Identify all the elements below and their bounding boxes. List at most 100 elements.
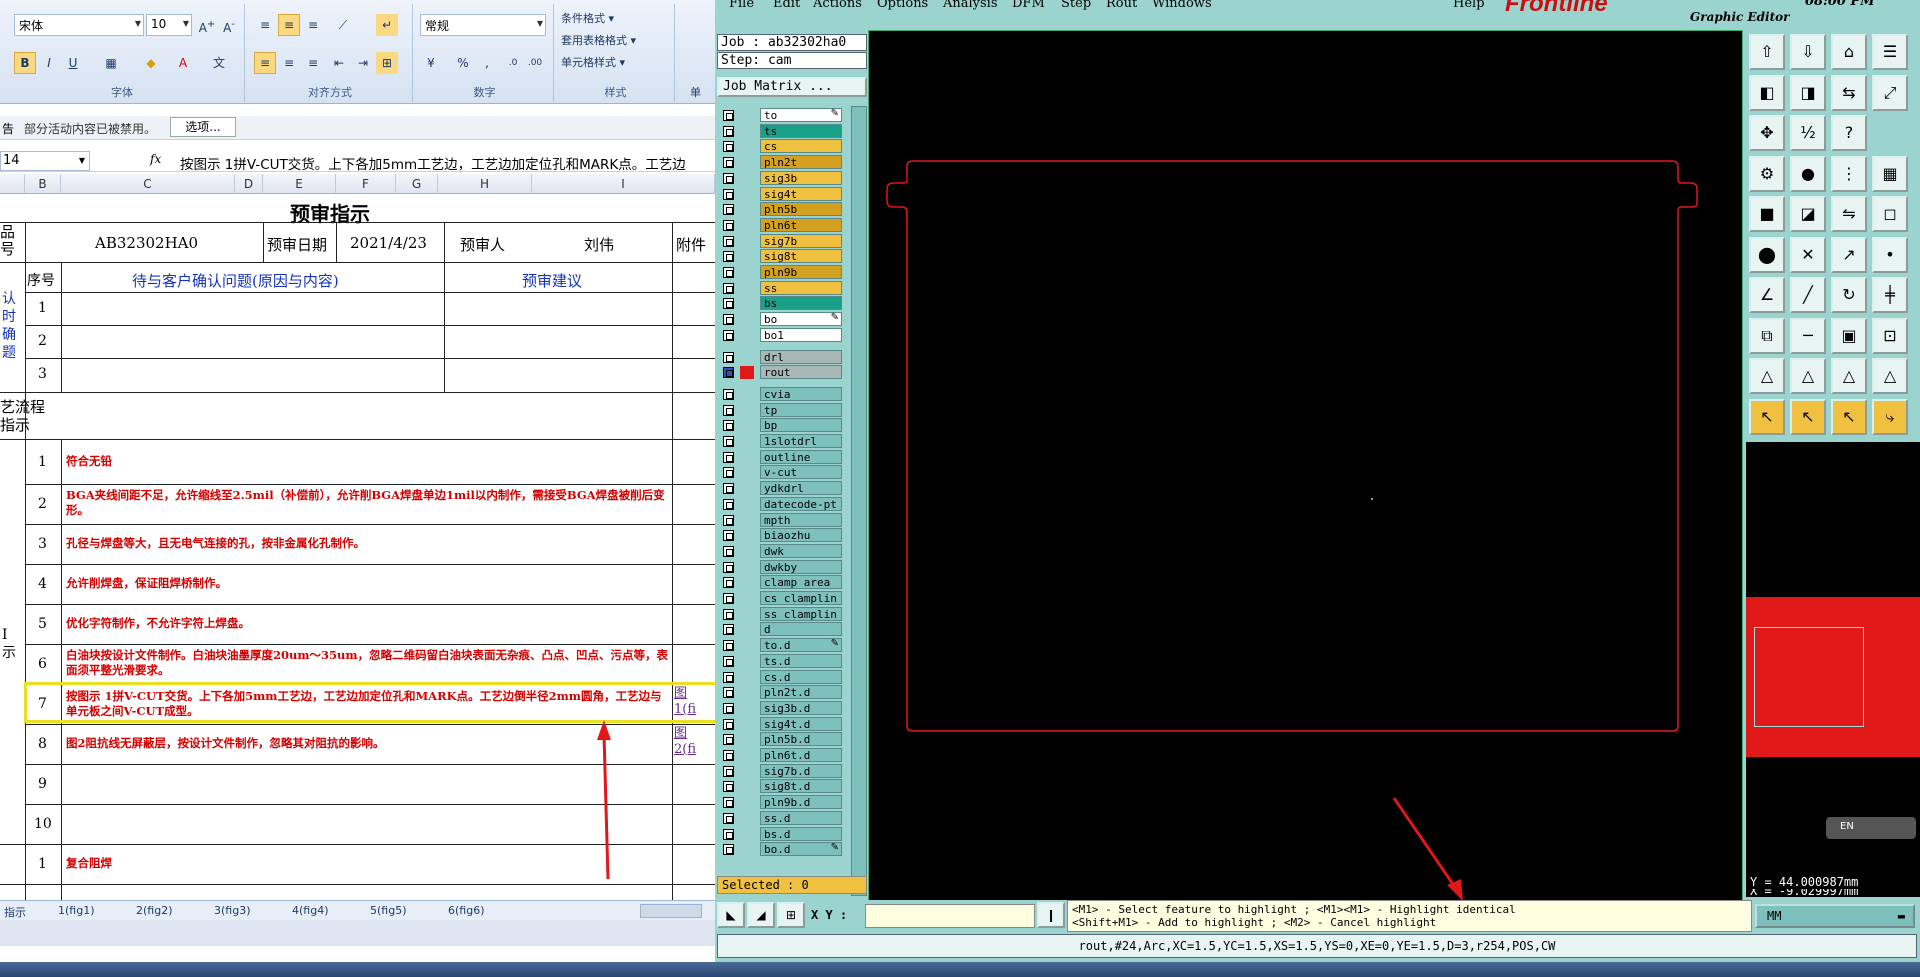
seq-header[interactable]: 序号: [27, 270, 55, 290]
column-header[interactable]: B: [25, 174, 61, 194]
fill-color-icon[interactable]: ◆: [140, 52, 162, 74]
grid-icon[interactable]: ⊞: [777, 902, 805, 928]
sheet-tab[interactable]: 4(fig4): [292, 904, 329, 917]
layer-checkbox[interactable]: [723, 125, 734, 137]
mirror-icon[interactable]: ╪: [1872, 277, 1908, 313]
layer-name[interactable]: pln2t: [760, 155, 842, 170]
ruler-icon[interactable]: ⇋: [1831, 196, 1867, 232]
view-buttons[interactable]: [640, 904, 702, 918]
layer-checkbox[interactable]: [723, 718, 734, 730]
process-row-no[interactable]: 6: [38, 656, 47, 672]
layer-name[interactable]: drl: [760, 349, 842, 364]
menu-step[interactable]: Step: [1061, 0, 1091, 11]
layer-checkbox[interactable]: [723, 577, 734, 589]
layer-row[interactable]: sig7b: [720, 233, 845, 248]
reviewer-label[interactable]: 预审人: [460, 234, 505, 255]
layer-row[interactable]: ydkdrl: [720, 481, 845, 496]
layer-checkbox[interactable]: [723, 750, 734, 761]
layer-checkbox[interactable]: [723, 235, 734, 247]
layer-checkbox[interactable]: [723, 388, 734, 400]
layer-row[interactable]: ss: [720, 280, 845, 295]
fx-icon[interactable]: fx: [150, 152, 161, 166]
layer-row[interactable]: 1slotdrl: [720, 434, 845, 448]
layer-name[interactable]: sig4t: [760, 186, 842, 201]
underline-button[interactable]: U: [62, 52, 84, 74]
review-date-value[interactable]: 2021/4/23: [350, 234, 427, 252]
layer-name[interactable]: cvia: [760, 386, 842, 401]
fit-icon[interactable]: ✥: [1749, 115, 1785, 151]
layer-name[interactable]: dwkby: [760, 559, 842, 574]
layer-name[interactable]: ss_clamplin: [760, 606, 842, 621]
layer-checkbox[interactable]: [723, 282, 734, 294]
layer-name[interactable]: sig3b: [760, 170, 842, 185]
align-bottom-icon[interactable]: ≡: [302, 14, 324, 36]
menu-dfm[interactable]: DFM: [1012, 0, 1045, 11]
lang-indicator[interactable]: EN: [1826, 817, 1916, 839]
layer-checkbox[interactable]: [723, 467, 734, 479]
column-header[interactable]: D: [235, 174, 263, 194]
measure-icon[interactable]: ⚙: [1749, 155, 1785, 192]
layer-name[interactable]: v-cut: [760, 465, 842, 480]
layer-row[interactable]: bo1: [720, 327, 845, 342]
layer-checkbox[interactable]: [723, 267, 734, 278]
layer-row[interactable]: pln6t: [720, 217, 845, 232]
indent-decrease-icon[interactable]: ⇤: [328, 52, 350, 74]
layer-row[interactable]: bs.d: [720, 826, 845, 841]
layer-checkbox[interactable]: [723, 451, 734, 463]
layer-checkbox[interactable]: [723, 530, 734, 542]
layer-row[interactable]: dwkby: [720, 559, 845, 574]
layer-name[interactable]: cs.d: [760, 669, 842, 684]
layer-row[interactable]: outline: [720, 449, 845, 464]
percent-icon[interactable]: %: [452, 52, 474, 74]
layer-row[interactable]: biaozhu: [720, 528, 845, 543]
process-row-no[interactable]: 5: [38, 616, 47, 632]
layer-scrollbar[interactable]: [851, 106, 867, 896]
layer-row[interactable]: dwk: [720, 543, 845, 558]
sheet-tab[interactable]: 6(fig6): [448, 904, 485, 917]
layer-name[interactable]: sig7b: [760, 233, 842, 248]
layer-name[interactable]: ydkdrl: [760, 481, 842, 496]
rotate-icon[interactable]: ↻: [1831, 277, 1867, 313]
snap-icon[interactable]: ◢: [747, 902, 775, 928]
layer-name[interactable]: bo1: [760, 327, 842, 342]
expand-icon[interactable]: ⤢: [1872, 74, 1908, 111]
sheet-tab[interactable]: 1(fig1): [58, 904, 95, 917]
layer-row[interactable]: to ✎: [720, 108, 845, 122]
layer-name[interactable]: sig8t: [760, 249, 842, 264]
layer-row[interactable]: mpth: [720, 512, 845, 527]
open-icon[interactable]: ⇧: [1749, 34, 1785, 70]
graphic-canvas[interactable]: [868, 30, 1743, 902]
merge-center-icon[interactable]: ⊞: [376, 52, 398, 74]
formula-content[interactable]: 按图示 1拼V-CUT交货。上下各加5mm工艺边，工艺边加定位孔和MARK点。工…: [180, 153, 686, 173]
layer-name[interactable]: mpth: [760, 512, 842, 527]
triangle-c-icon[interactable]: △: [1831, 358, 1867, 394]
suggest-header[interactable]: 预审建议: [522, 270, 582, 291]
layer-checkbox[interactable]: [723, 219, 734, 231]
layer-checkbox[interactable]: [723, 702, 734, 714]
menu-icon[interactable]: ☰: [1872, 34, 1908, 70]
layer-checkbox[interactable]: [723, 188, 734, 200]
layer-checkbox[interactable]: [723, 812, 734, 824]
grid-icon[interactable]: ▦: [1872, 155, 1908, 192]
layer-checkbox[interactable]: [723, 329, 734, 341]
orientation-icon[interactable]: ⟋: [332, 14, 354, 36]
layer-checkbox[interactable]: [723, 351, 734, 363]
layer-name[interactable]: ss: [760, 280, 842, 295]
italic-button[interactable]: I: [38, 52, 60, 74]
column-header[interactable]: I: [532, 174, 715, 194]
indent-increase-icon[interactable]: ⇥: [352, 52, 374, 74]
cursor-b-icon[interactable]: ↖: [1790, 398, 1826, 435]
pad-icon[interactable]: ■: [1749, 196, 1785, 232]
layer-row[interactable]: sig4t: [720, 186, 845, 201]
zoom-1-2-icon[interactable]: ½: [1790, 115, 1826, 151]
layer-row[interactable]: pln2t.d: [720, 685, 845, 700]
cursor-c-icon[interactable]: ↖: [1831, 398, 1867, 435]
layer-row[interactable]: sig3b: [720, 170, 845, 185]
menu-options[interactable]: Options: [877, 0, 928, 11]
grow-font-icon[interactable]: A+: [196, 14, 218, 36]
layer-checkbox[interactable]: [723, 624, 734, 636]
process-row-text[interactable]: 符合无铅: [66, 454, 670, 469]
layer-name[interactable]: d: [760, 622, 842, 637]
menu-rout[interactable]: Rout: [1106, 0, 1137, 11]
layer-checkbox[interactable]: [723, 204, 734, 216]
